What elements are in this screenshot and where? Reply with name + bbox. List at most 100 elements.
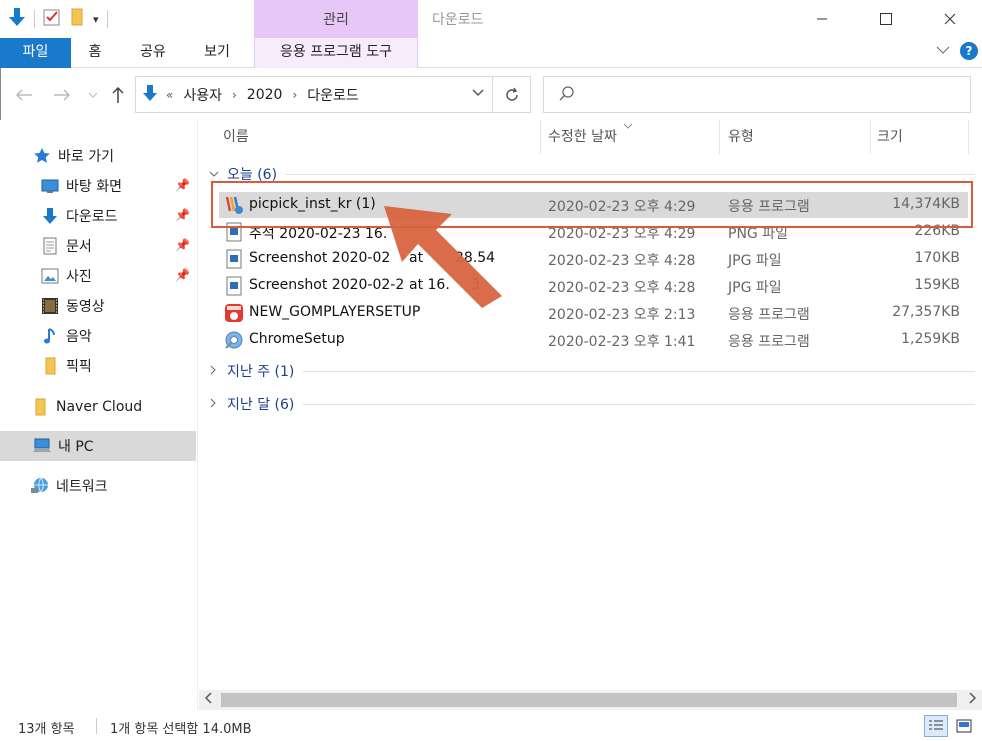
pin-icon[interactable]: 📌	[175, 208, 190, 222]
column-header-size[interactable]: 크기	[853, 120, 968, 154]
file-row-screenshot-2[interactable]: Screenshot 2020-02-2 at 16. 3 2020-02-23…	[219, 273, 968, 299]
group-label: 오늘 (6)	[227, 167, 278, 183]
sidebar-item-label: 네트워크	[56, 479, 108, 495]
search-icon	[558, 85, 576, 107]
file-type: 응용 프로그램	[728, 307, 810, 323]
column-header-type[interactable]: 유형	[704, 120, 870, 154]
sidebar-item-documents[interactable]: 문서 📌	[0, 231, 196, 261]
sidebar-item-downloads[interactable]: 다운로드 📌	[0, 201, 196, 231]
large-icons-view-button[interactable]	[952, 715, 976, 737]
sidebar-item-pictures[interactable]: 사진 📌	[0, 261, 196, 291]
file-type: 응용 프로그램	[728, 199, 810, 215]
pin-icon[interactable]: 📌	[175, 178, 190, 192]
recent-dropdown-icon[interactable]	[86, 84, 100, 106]
file-size: 27,357KB	[892, 304, 960, 320]
search-box[interactable]	[543, 76, 971, 113]
address-bar[interactable]: « 사용자 › 2020 › 다운로드	[135, 76, 531, 113]
breadcrumb-downloads[interactable]: 다운로드	[307, 85, 359, 105]
address-row: « 사용자 › 2020 › 다운로드	[0, 70, 982, 120]
sidebar-item-quick-access[interactable]: 바로 가기	[0, 141, 196, 171]
file-row-screenshot-1[interactable]: Screenshot 2020-02 at 28.54 2020-02-23 오…	[219, 246, 968, 272]
file-name-tail-2: 3	[471, 277, 480, 293]
forward-arrow-icon[interactable]	[52, 84, 72, 106]
picture-icon	[40, 266, 60, 286]
details-view-icon	[929, 720, 943, 730]
refresh-button[interactable]	[492, 77, 530, 112]
help-icon[interactable]: ?	[960, 42, 978, 60]
contextual-group-title: 관리	[323, 12, 349, 28]
breadcrumb-2020[interactable]: 2020	[247, 87, 283, 103]
group-label: 지난 달 (6)	[227, 397, 295, 413]
image-file-icon	[223, 248, 245, 270]
file-size: 1,259KB	[901, 331, 960, 347]
file-date: 2020-02-23 오후 4:29	[548, 226, 696, 242]
pin-icon[interactable]: 📌	[175, 238, 190, 252]
chevron-right-icon[interactable]	[209, 364, 227, 378]
column-header-name[interactable]: 이름	[199, 120, 540, 154]
tab-share[interactable]: 공유	[132, 38, 174, 68]
horizontal-scrollbar[interactable]	[199, 690, 982, 710]
group-header-today[interactable]: 오늘 (6)	[209, 162, 975, 186]
video-icon	[40, 296, 60, 316]
tab-view[interactable]: 보기	[196, 38, 238, 68]
up-arrow-icon[interactable]	[108, 84, 128, 106]
sidebar-item-label: 문서	[66, 239, 92, 255]
customize-dropdown-icon[interactable]: ▾	[93, 13, 99, 26]
column-header-date[interactable]: 수정한 날짜	[524, 120, 719, 154]
file-list-pane: 이름 수정한 날짜 유형 크기 오늘 (6) picpick_inst_kr (…	[199, 120, 982, 690]
minimize-button[interactable]	[790, 0, 854, 38]
window-title: 다운로드	[432, 12, 484, 28]
star-icon	[32, 146, 52, 166]
sidebar-item-label: Naver Cloud	[56, 399, 143, 415]
file-row-chromesetup[interactable]: ChromeSetup 2020-02-23 오후 1:41 응용 프로그램 1…	[219, 327, 968, 353]
maximize-button[interactable]	[854, 0, 918, 38]
sidebar-item-picpick[interactable]: 픽픽	[0, 351, 196, 381]
column-divider[interactable]	[968, 120, 969, 154]
file-name: ChromeSetup	[249, 331, 345, 347]
file-row-gomplayer[interactable]: NEW_GOMPLAYERSETUP 2020-02-23 오후 2:13 응용…	[219, 300, 968, 326]
search-input[interactable]	[580, 85, 960, 105]
tab-file[interactable]: 파일	[0, 38, 71, 68]
properties-checkbox-icon[interactable]	[43, 8, 61, 30]
chevron-right-icon[interactable]	[209, 397, 227, 411]
sidebar-item-music[interactable]: 음악	[0, 321, 196, 351]
breadcrumb-users[interactable]: 사용자	[183, 85, 222, 105]
group-header-last-week[interactable]: 지난 주 (1)	[209, 359, 975, 383]
file-row-chuseok[interactable]: 추석 2020-02-23 16. 2020-02-23 오후 4:29 PNG…	[219, 219, 968, 245]
sidebar-item-label: 픽픽	[66, 359, 92, 375]
chevron-right-icon[interactable]: ›	[232, 88, 237, 102]
sidebar-item-videos[interactable]: 동영상	[0, 291, 196, 321]
sidebar-item-this-pc[interactable]: 내 PC	[0, 431, 196, 461]
back-arrow-icon[interactable]	[14, 84, 34, 106]
group-divider	[285, 173, 975, 175]
address-history-dropdown-icon[interactable]	[472, 86, 484, 100]
scroll-right-icon[interactable]	[968, 692, 977, 707]
chevron-down-icon[interactable]	[209, 167, 227, 181]
tab-home[interactable]: 홈	[78, 38, 112, 68]
details-view-button[interactable]	[924, 715, 948, 737]
file-row-picpick[interactable]: picpick_inst_kr (1) 2020-02-23 오후 4:29 응…	[219, 192, 968, 218]
expand-ribbon-icon[interactable]	[936, 43, 950, 59]
sidebar-item-desktop[interactable]: 바탕 화면 📌	[0, 171, 196, 201]
pin-icon[interactable]: 📌	[175, 268, 190, 282]
network-icon	[30, 476, 50, 496]
chevron-right-icon[interactable]: ›	[292, 88, 297, 102]
refresh-icon	[505, 87, 518, 101]
sidebar-item-network[interactable]: 네트워크	[0, 471, 196, 501]
file-name: picpick_inst_kr (1)	[249, 196, 376, 212]
file-type: PNG 파일	[728, 226, 788, 242]
file-size: 14,374KB	[892, 196, 960, 212]
scrollbar-thumb[interactable]	[221, 693, 957, 707]
close-button[interactable]	[918, 0, 982, 38]
status-divider	[96, 718, 97, 734]
download-arrow-icon[interactable]	[8, 7, 26, 31]
file-date: 2020-02-23 오후 2:13	[548, 307, 696, 323]
scroll-left-icon[interactable]	[204, 692, 213, 707]
tab-application-tools[interactable]: 응용 프로그램 도구	[254, 38, 418, 68]
group-header-last-month[interactable]: 지난 달 (6)	[209, 392, 975, 416]
sidebar-item-naver-cloud[interactable]: Naver Cloud	[0, 392, 196, 422]
download-location-icon	[142, 84, 158, 106]
file-name-tail: at	[409, 250, 424, 266]
new-folder-icon[interactable]	[69, 8, 85, 30]
breadcrumb-overflow[interactable]: «	[166, 88, 173, 102]
